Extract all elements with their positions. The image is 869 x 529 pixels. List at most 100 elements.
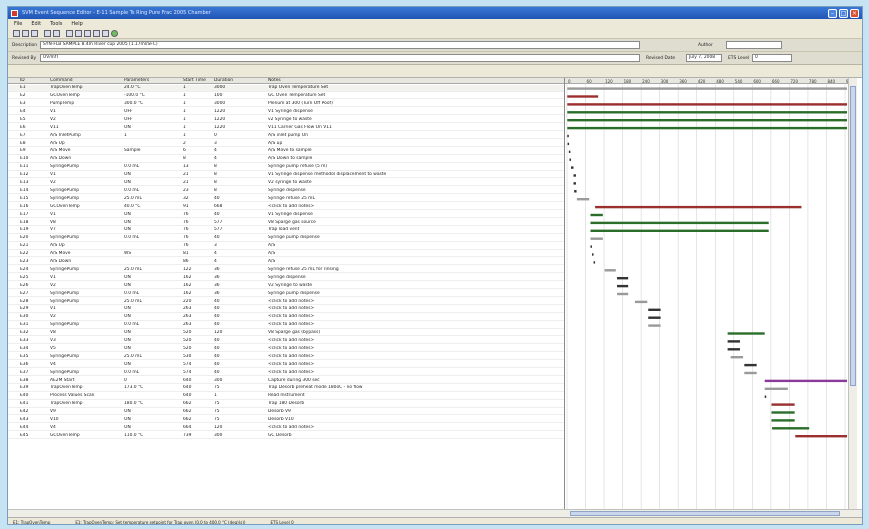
table-row[interactable]: E36 V4 ON 574 40 <click to add notes> (8, 362, 564, 369)
cell-notes[interactable]: Syringe dispense (268, 188, 560, 194)
timeline-bar[interactable] (764, 395, 767, 398)
cell-start-time[interactable]: 664 (183, 425, 211, 431)
cell-notes[interactable]: Trap Oven Temperature Set (268, 85, 560, 91)
cell-start-time[interactable]: 1 (183, 85, 211, 91)
insert-row-icon[interactable] (66, 29, 73, 37)
cell-duration[interactable]: 3 (214, 141, 264, 147)
cell-duration[interactable]: 577 (214, 227, 264, 233)
timeline-bar[interactable] (617, 292, 629, 296)
timeline-bar[interactable] (567, 142, 570, 146)
cell-id[interactable]: E14 (20, 188, 42, 194)
timeline-bar[interactable] (744, 371, 757, 375)
cell-duration[interactable]: 100 (214, 93, 264, 99)
cell-command[interactable]: SyringePump (50, 370, 122, 376)
cell-notes[interactable]: V11 Carrier Gas Flow On V11 (268, 125, 560, 131)
table-row[interactable]: E7 A/S InletPump 1 1 0 A/S inlet pump On (8, 133, 564, 139)
cell-notes[interactable]: GC Desorb (268, 433, 560, 439)
cell-command[interactable]: A/S Up (50, 243, 122, 249)
cell-duration[interactable]: 75 (214, 385, 264, 391)
cell-start-time[interactable]: 86 (183, 259, 211, 265)
timeline-bar[interactable] (567, 134, 569, 138)
table-row[interactable]: E12 V1 ON 21 8 V1 Syringe dispense methodol d… (8, 172, 564, 179)
cell-id[interactable]: E10 (20, 156, 42, 162)
cell-start-time[interactable]: 76 (183, 220, 211, 226)
grid-icon[interactable] (84, 29, 91, 37)
menu-help[interactable]: Help (71, 21, 82, 27)
cell-duration[interactable]: 1 (214, 393, 264, 399)
cell-parameters[interactable]: ON (124, 180, 184, 186)
cell-start-time[interactable]: 662 (183, 417, 211, 423)
cell-start-time[interactable]: 1 (183, 109, 211, 115)
cell-command[interactable]: V5 (50, 346, 122, 352)
cell-duration[interactable]: 4 (214, 148, 264, 154)
cell-duration[interactable]: 36 (214, 291, 264, 297)
cell-start-time[interactable]: 32 (183, 196, 211, 202)
timeline-bar[interactable] (567, 126, 847, 130)
cell-id[interactable]: E16 (20, 204, 42, 210)
cell-duration[interactable]: 40 (214, 314, 264, 320)
cell-duration[interactable]: 40 (214, 346, 264, 352)
cell-id[interactable]: E40 (20, 393, 42, 399)
cell-start-time[interactable]: 530 (183, 354, 211, 360)
cell-notes[interactable]: Syringe pump refuse (5 m) (268, 164, 560, 170)
timeline-bar[interactable] (727, 340, 740, 343)
timeline-bar[interactable] (567, 87, 847, 90)
cell-id[interactable]: E4 (20, 109, 42, 115)
table-row[interactable]: E16 GCOvenTemp 40.0 °C 91 668 <click to add n… (8, 204, 564, 211)
cell-command[interactable]: V2 (50, 180, 122, 186)
table-row[interactable]: E40 Process Values Scan 640 1 Read Instrumen… (8, 393, 564, 400)
cell-start-time[interactable]: 640 (183, 385, 211, 391)
timeline-bar[interactable] (744, 363, 757, 367)
cell-duration[interactable]: 36 (214, 275, 264, 281)
cell-command[interactable]: A/S InletPump (50, 133, 122, 139)
cell-command[interactable]: PumpTemp (50, 101, 122, 107)
cell-duration[interactable]: 4 (214, 156, 264, 162)
timeline-bar[interactable] (576, 198, 590, 201)
cell-duration[interactable]: 75 (214, 401, 264, 407)
delete-row-icon[interactable] (75, 29, 82, 37)
cell-parameters[interactable]: ON (124, 220, 184, 226)
menu-edit[interactable]: Edit (31, 21, 41, 27)
cell-parameters[interactable]: 0.0 mL (124, 291, 184, 297)
cell-notes[interactable]: <click to add notes> (268, 425, 560, 431)
cell-notes[interactable]: <click to add notes> (268, 299, 560, 305)
timeline-bar[interactable] (617, 277, 629, 280)
cell-start-time[interactable]: 21 (183, 180, 211, 186)
cell-id[interactable]: E28 (20, 299, 42, 305)
timeline-bar[interactable] (617, 284, 629, 288)
timeline-bar[interactable] (573, 182, 576, 185)
cell-duration[interactable]: 8 (214, 172, 264, 178)
cell-duration[interactable]: 1220 (214, 109, 264, 115)
cell-duration[interactable]: 8 (214, 180, 264, 186)
table-row[interactable]: E27 SyringePump 0.0 mL 162 36 Syringe pump di… (8, 291, 564, 297)
cell-parameters[interactable]: ON (124, 346, 184, 352)
cell-command[interactable]: SyringePump (50, 354, 122, 360)
cell-id[interactable]: E21 (20, 243, 42, 249)
cell-notes[interactable]: A/S (268, 243, 560, 249)
cell-id[interactable]: E32 (20, 330, 42, 336)
cell-id[interactable]: E30 (20, 314, 42, 320)
cell-id[interactable]: E25 (20, 275, 42, 281)
cell-id[interactable]: E29 (20, 306, 42, 312)
cell-id[interactable]: E13 (20, 180, 42, 186)
cell-start-time[interactable]: 6 (183, 148, 211, 154)
cell-start-time[interactable]: 662 (183, 401, 211, 407)
cell-notes[interactable]: <click to add notes> (268, 314, 560, 320)
timeline-bar[interactable] (590, 221, 769, 225)
cell-duration[interactable]: 120 (214, 330, 264, 336)
timeline-bar[interactable] (590, 213, 603, 217)
cell-id[interactable]: E34 (20, 346, 42, 352)
save-icon[interactable] (31, 29, 38, 37)
col-notes[interactable]: Notes (268, 78, 560, 84)
cell-id[interactable]: E39 (20, 385, 42, 391)
cell-parameters[interactable]: ON (124, 306, 184, 312)
cell-notes[interactable]: V1 Syringe dispense (268, 212, 560, 218)
minimize-button[interactable]: – (828, 8, 837, 18)
cell-id[interactable]: E41 (20, 401, 42, 407)
cell-command[interactable]: SyringePump (50, 188, 122, 194)
cell-command[interactable]: V1 (50, 212, 122, 218)
cell-command[interactable]: Process Values Scan (50, 393, 122, 399)
cell-command[interactable]: V1 (50, 172, 122, 178)
cell-id[interactable]: E24 (20, 267, 42, 273)
cell-id[interactable]: E7 (20, 133, 42, 139)
